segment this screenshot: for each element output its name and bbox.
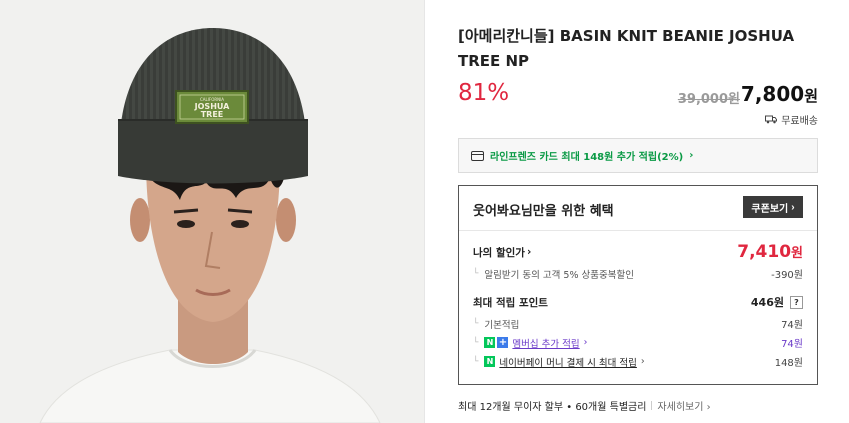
basic-points-value: 74원	[781, 320, 803, 331]
my-price: 7,410원	[737, 242, 803, 262]
installment-more-label: 자세히보기	[657, 402, 704, 413]
points-total: 446원	[750, 296, 784, 309]
shipping-info: 무료배송	[765, 112, 818, 127]
membership-points-value: 74원	[781, 339, 803, 350]
help-icon[interactable]: ?	[790, 295, 803, 309]
sub-item-hook-icon: └	[473, 268, 479, 279]
coupon-button-label: 쿠폰보기	[751, 203, 789, 215]
plus-membership-icon: +	[497, 337, 509, 348]
credit-card-icon	[471, 150, 484, 161]
points-label: 최대 적립 포인트	[473, 296, 548, 309]
membership-points-row: └ N + 멤버십 추가 적립 › 74원	[473, 335, 803, 350]
chevron-right-icon: ›	[689, 150, 694, 161]
basic-points-label: 기본적립	[484, 319, 520, 331]
discount-rate: 81%	[458, 80, 510, 106]
npay-points-link[interactable]: 네이버페이 머니 결제 시 최대 적립	[499, 355, 636, 369]
naver-n-icon: N	[484, 337, 496, 348]
sale-price-value: 7,800	[740, 82, 805, 106]
my-price-value: 7,410	[737, 242, 792, 262]
separator	[651, 401, 653, 410]
benefits-divider	[459, 230, 817, 231]
vertical-divider	[424, 0, 425, 423]
sub-item-hook-icon: └	[473, 356, 479, 367]
benefits-heading: 웃어봐요님만을 위한 혜택	[473, 204, 614, 219]
naver-pay-icon: N	[484, 356, 496, 367]
basic-points-row: └ 기본적립 74원	[473, 316, 803, 332]
card-promo-text: 라인프렌즈 카드 최대 148원 추가 적립(2%)	[490, 152, 684, 163]
product-title: [아메리칸니들] BASIN KNIT BEANIE JOSHUA TREE N…	[458, 27, 795, 70]
my-discount-label: 나의 할인가	[473, 246, 525, 259]
discount-amount: -390원	[771, 270, 803, 281]
installment-more-link[interactable]: 자세히보기 ›	[657, 398, 710, 413]
my-discount-row: 나의 할인가 › 7,410원	[473, 242, 803, 262]
points-row: 최대 적립 포인트 446원?	[473, 294, 803, 310]
patch-line2-text: TREE	[201, 110, 224, 119]
installment-info: 최대 12개월 무이자 할부 • 60개월 특별금리 자세히보기 ›	[458, 398, 711, 413]
installment-text: 최대 12개월 무이자 할부 • 60개월 특별금리	[458, 402, 647, 413]
chevron-right-icon: ›	[526, 246, 532, 258]
chevron-right-icon: ›	[583, 337, 588, 348]
my-discount-link[interactable]: 나의 할인가 ›	[473, 245, 531, 260]
sub-item-hook-icon: └	[473, 337, 479, 348]
shipping-label: 무료배송	[781, 116, 818, 127]
discount-detail-row: └ 알림받기 동의 고객 5% 상품중복할인 -390원	[473, 266, 803, 282]
sale-price-unit: 원	[804, 87, 818, 105]
card-promo-banner[interactable]: 라인프렌즈 카드 최대 148원 추가 적립(2%) ›	[458, 138, 818, 173]
npay-points-row: └ N 네이버페이 머니 결제 시 최대 적립 › 148원	[473, 354, 803, 369]
product-photo-graphic: CALIFORNIA JOSHUA TREE	[0, 0, 424, 423]
benefits-box: 웃어봐요님만을 위한 혜택 쿠폰보기 › 나의 할인가 › 7,410원 └ 알림받기…	[458, 185, 818, 385]
sub-item-hook-icon: └	[473, 318, 479, 329]
chevron-right-icon: ›	[640, 356, 645, 367]
chevron-right-icon: ›	[791, 201, 795, 213]
npay-points-value: 148원	[774, 358, 803, 369]
truck-icon	[765, 115, 778, 124]
coupon-button[interactable]: 쿠폰보기 ›	[743, 196, 803, 218]
product-image: CALIFORNIA JOSHUA TREE	[0, 0, 424, 423]
discount-detail-text: 알림받기 동의 고객 5% 상품중복할인	[484, 269, 634, 281]
sale-price: 7,800원	[741, 82, 818, 106]
my-price-unit: 원	[791, 246, 803, 261]
original-price: 39,000원	[677, 92, 740, 107]
membership-points-link[interactable]: 멤버십 추가 적립	[512, 336, 579, 350]
